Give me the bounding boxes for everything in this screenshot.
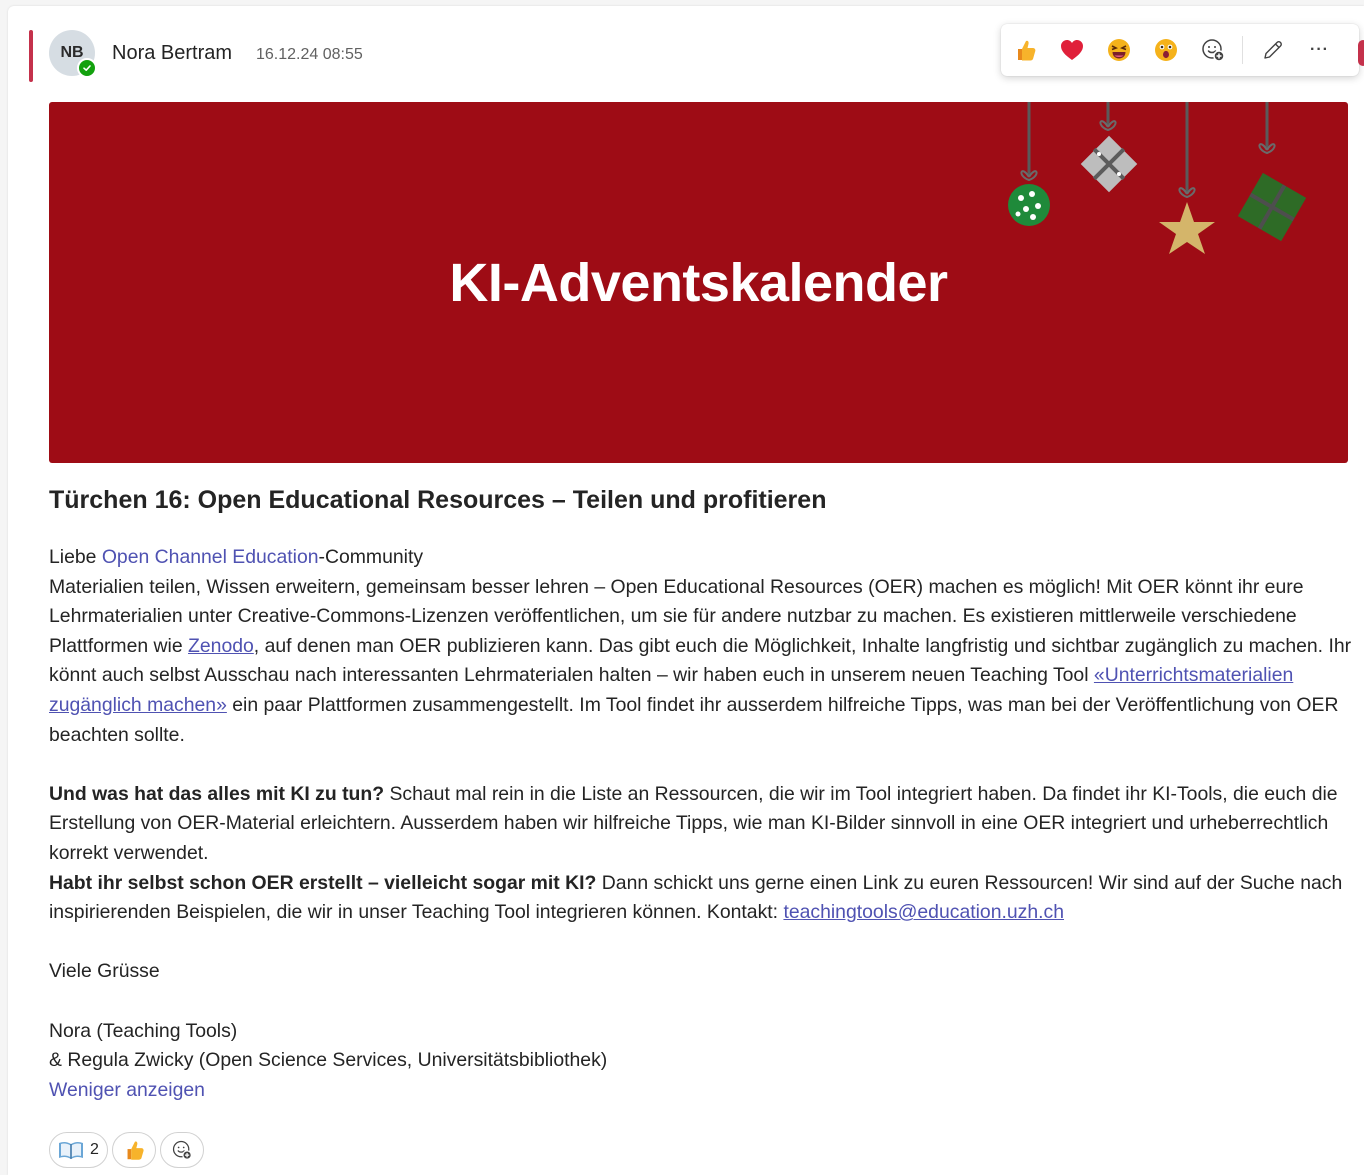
- add-reaction-pill[interactable]: [159, 1132, 204, 1168]
- presence-available-icon: [77, 58, 97, 78]
- heart-icon: [1060, 40, 1083, 60]
- edge-indicator: [1358, 40, 1364, 66]
- pencil-icon: [1263, 41, 1282, 59]
- open-book-icon: [59, 1141, 83, 1159]
- react-heart-button[interactable]: [1048, 30, 1095, 70]
- toolbar-separator: [1242, 36, 1243, 64]
- post-body: Liebe Open Channel Education-Community M…: [49, 543, 1359, 1105]
- greeting-prefix: Liebe: [49, 546, 102, 568]
- reaction-book-count: 2: [90, 1141, 99, 1158]
- important-accent-bar: [29, 30, 33, 82]
- edit-button[interactable]: [1249, 30, 1296, 70]
- more-options-icon: ···: [1310, 41, 1329, 58]
- paragraph-contact: Habt ihr selbst schon OER erstellt – vie…: [49, 869, 1359, 928]
- react-laugh-button[interactable]: [1095, 30, 1142, 70]
- surprised-emoji-icon: [1154, 39, 1177, 61]
- channel-post: NB Nora Bertram 16.12.24 08:55 ··· KI-Ad…: [8, 6, 1364, 1175]
- signature-line-2: & Regula Zwicky (Open Science Services, …: [49, 1049, 608, 1072]
- post-subject: Türchen 16: Open Educational Resources –…: [49, 486, 827, 514]
- teams-channel-view: NB Nora Bertram 16.12.24 08:55 ··· KI-Ad…: [0, 0, 1364, 1175]
- message-timestamp: 16.12.24 08:55: [256, 46, 363, 63]
- paragraph-ki: Und was hat das alles mit KI zu tun? Sch…: [49, 780, 1359, 869]
- intro-text-3: ein paar Plattformen zusammengestellt. I…: [49, 693, 1339, 746]
- add-reaction-button[interactable]: [1189, 30, 1236, 70]
- banner-image: KI-Adventskalender: [49, 102, 1348, 463]
- message-action-toolbar: ···: [1001, 24, 1359, 76]
- reaction-like[interactable]: [111, 1132, 156, 1168]
- paragraph-intro: Materialien teilen, Wissen erweitern, ge…: [49, 573, 1359, 751]
- author-name[interactable]: Nora Bertram: [112, 42, 232, 65]
- ki-question: Und was hat das alles mit KI zu tun?: [49, 782, 385, 805]
- thumbs-up-icon: [1017, 40, 1035, 61]
- zenodo-link[interactable]: Zenodo: [188, 635, 254, 657]
- greeting: Liebe Open Channel Education-Community: [49, 543, 1359, 573]
- more-options-button[interactable]: ···: [1296, 30, 1343, 70]
- show-less-link[interactable]: Weniger anzeigen: [49, 1079, 205, 1101]
- reaction-book[interactable]: 2: [49, 1132, 108, 1168]
- react-like-button[interactable]: [1001, 30, 1048, 70]
- oer-question: Habt ihr selbst schon OER erstellt – vie…: [49, 871, 597, 894]
- greeting-suffix: -Community: [318, 546, 424, 568]
- laughing-emoji-icon: [1107, 39, 1130, 61]
- signature-line-1: Nora (Teaching Tools): [49, 1019, 238, 1042]
- avatar[interactable]: NB: [49, 30, 97, 78]
- react-surprised-button[interactable]: [1142, 30, 1189, 70]
- add-reaction-icon: [1201, 39, 1225, 62]
- banner-title: KI-Adventskalender: [449, 253, 948, 313]
- closing: Viele Grüsse: [49, 960, 160, 983]
- thumbs-up-icon: [127, 1141, 144, 1160]
- channel-mention[interactable]: Open Channel Education: [102, 546, 319, 568]
- email-link[interactable]: teachingtools@education.uzh.ch: [783, 901, 1064, 923]
- reactions-bar: 2: [49, 1132, 204, 1168]
- add-reaction-icon: [172, 1140, 192, 1160]
